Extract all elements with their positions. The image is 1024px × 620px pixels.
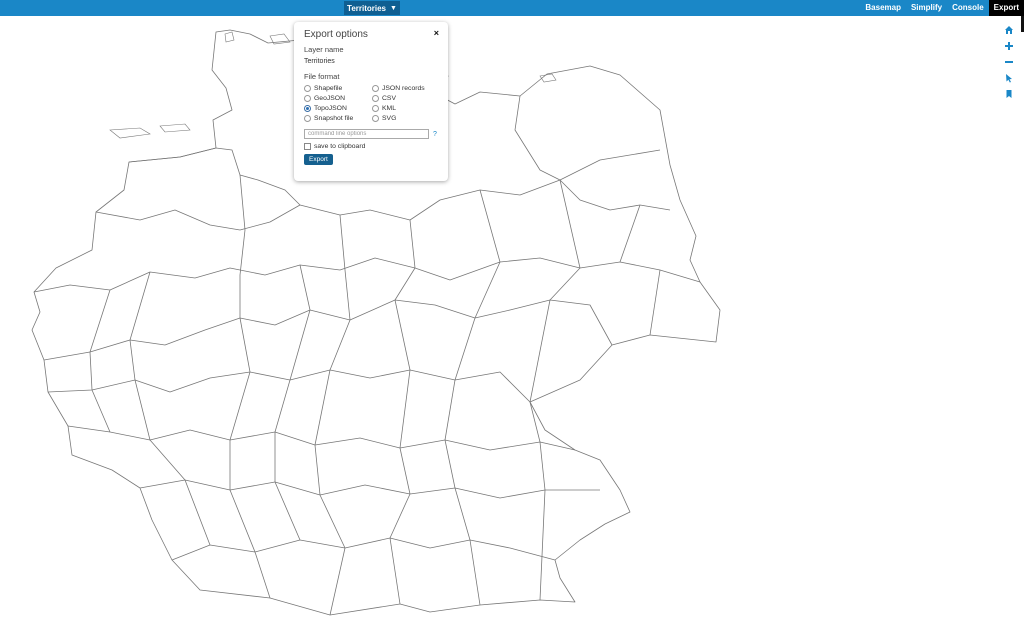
top-nav: Basemap Simplify Console Export [860, 0, 1024, 16]
region-border [389, 219, 416, 605]
region-border [229, 174, 271, 599]
region-border [171, 537, 556, 561]
region-border [314, 214, 351, 616]
island-outline [224, 31, 235, 43]
panel-title: Export options [304, 29, 368, 40]
layer-name-label: Layer name [304, 45, 344, 54]
layer-selector[interactable]: Territories ▼ [344, 1, 400, 15]
nav-simplify[interactable]: Simplify [906, 0, 947, 16]
radio-json-records[interactable] [372, 85, 379, 92]
close-icon[interactable]: × [434, 28, 439, 38]
format-options: Shapefile JSON records GeoJSON CSV TopoJ… [304, 85, 438, 122]
format-label: SVG [382, 115, 397, 122]
island-outline [109, 127, 151, 139]
region-border [444, 189, 501, 606]
save-to-clipboard-option[interactable]: save to clipboard [304, 143, 438, 150]
format-label: GeoJSON [314, 95, 345, 102]
format-svg[interactable]: SVG [372, 115, 440, 122]
format-shapefile[interactable]: Shapefile [304, 85, 372, 92]
radio-topojson[interactable] [304, 105, 311, 112]
top-bar: Territories ▼ Basemap Simplify Console E… [0, 0, 1024, 16]
region-border [67, 425, 576, 451]
command-line-input[interactable] [304, 129, 429, 139]
help-link[interactable]: ? [433, 131, 437, 138]
nav-basemap[interactable]: Basemap [860, 0, 906, 16]
format-label: JSON records [382, 85, 425, 92]
format-label: TopoJSON [314, 105, 347, 112]
format-csv[interactable]: CSV [372, 95, 440, 102]
nav-export[interactable]: Export [988, 0, 1024, 16]
region-border [529, 179, 581, 601]
radio-shapefile[interactable] [304, 85, 311, 92]
format-label: KML [382, 105, 396, 112]
format-topojson[interactable]: TopoJSON [304, 105, 372, 112]
format-json-records[interactable]: JSON records [372, 85, 440, 92]
zoom-in-icon[interactable] [1001, 38, 1017, 54]
layer-name-value[interactable]: Territories [304, 58, 438, 65]
island-outline [159, 123, 191, 133]
zoom-out-icon[interactable] [1001, 54, 1017, 70]
region-border [649, 269, 661, 336]
island-outline [269, 33, 291, 45]
format-label: CSV [382, 95, 396, 102]
region-border [619, 204, 641, 263]
format-label: Snapshot file [314, 115, 354, 122]
file-format-label: File format [304, 72, 340, 81]
map-toolbar [1001, 22, 1017, 102]
format-snapshot[interactable]: Snapshot file [304, 115, 372, 122]
radio-geojson[interactable] [304, 95, 311, 102]
clipboard-label: save to clipboard [314, 143, 366, 150]
radio-svg[interactable] [372, 115, 379, 122]
region-border [33, 257, 701, 293]
clipboard-checkbox[interactable] [304, 143, 311, 150]
map-canvas[interactable] [0, 16, 1000, 620]
bookmark-icon[interactable] [1001, 86, 1017, 102]
region-border [128, 147, 301, 206]
format-geojson[interactable]: GeoJSON [304, 95, 372, 102]
export-options-panel: Export options × Layer name Territories … [294, 22, 448, 181]
radio-csv[interactable] [372, 95, 379, 102]
home-icon[interactable] [1001, 22, 1017, 38]
region-border [274, 264, 311, 541]
layer-selector-label: Territories [347, 3, 387, 13]
region-border [43, 299, 613, 361]
radio-kml[interactable] [372, 105, 379, 112]
nav-console[interactable]: Console [947, 0, 989, 16]
pointer-icon[interactable] [1001, 70, 1017, 86]
region-border [89, 289, 111, 433]
region-border [514, 95, 671, 211]
format-label: Shapefile [314, 85, 343, 92]
export-button[interactable]: Export [304, 154, 333, 165]
region-border [47, 369, 531, 403]
command-row: ? [304, 129, 438, 139]
region-border [129, 271, 211, 546]
radio-snapshot[interactable] [304, 115, 311, 122]
format-kml[interactable]: KML [372, 105, 440, 112]
dropdown-arrow-icon: ▼ [390, 4, 397, 12]
region-border [139, 479, 600, 499]
